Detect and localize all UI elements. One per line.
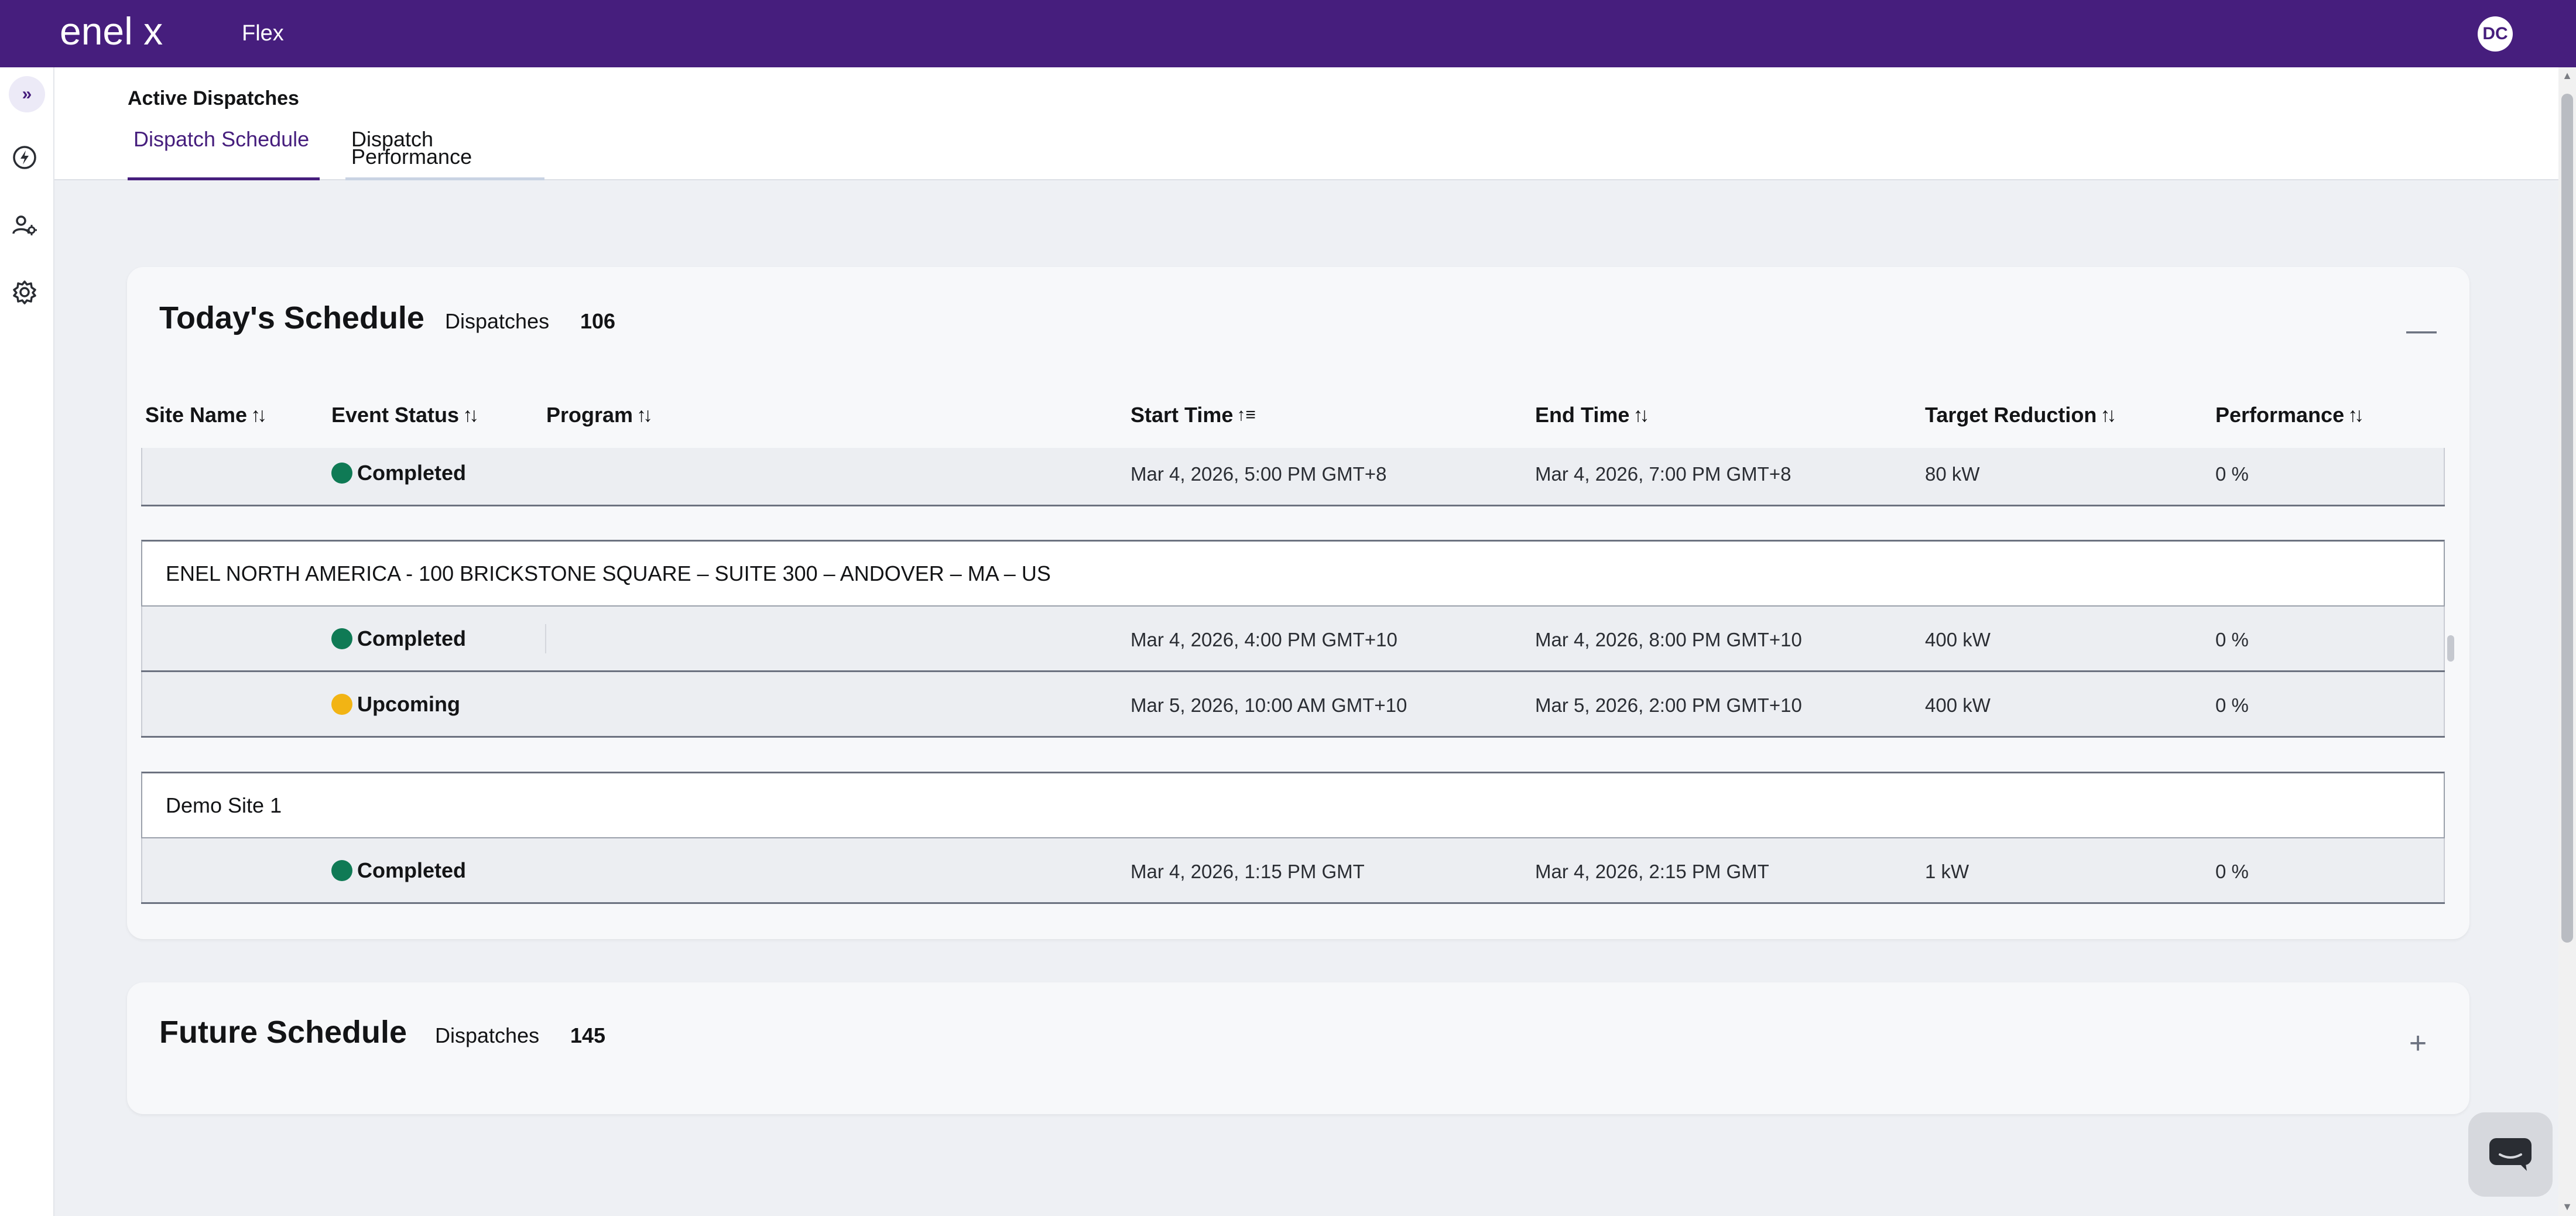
tab-dispatch-performance[interactable]: Dispatch Performance — [345, 129, 544, 180]
user-avatar[interactable]: DC — [2478, 16, 2513, 52]
site-name: Demo Site 1 — [166, 793, 282, 817]
status-dot-icon — [331, 694, 352, 715]
target-reduction: 400 kW — [1925, 629, 1991, 650]
tab-dispatch-schedule[interactable]: Dispatch Schedule — [128, 129, 320, 180]
col-site-name[interactable]: Site Name ↑↓ — [145, 403, 267, 427]
dispatches-count: 145 — [570, 1023, 606, 1047]
target-reduction: 400 kW — [1925, 694, 1991, 716]
site-group-header[interactable]: ENEL NORTH AMERICA - 100 BRICKSTONE SQUA… — [141, 540, 2445, 607]
start-time: Mar 4, 2026, 4:00 PM GMT+10 — [1131, 629, 1397, 650]
sort-ascending-icon[interactable]: ↑≡ — [1236, 405, 1256, 425]
col-start-time[interactable]: Start Time ↑≡ — [1131, 403, 1256, 427]
end-time: Mar 5, 2026, 2:00 PM GMT+10 — [1535, 694, 1802, 716]
lightning-icon[interactable] — [8, 141, 41, 174]
end-time: Mar 4, 2026, 2:15 PM GMT — [1535, 861, 1769, 882]
sort-icon[interactable]: ↑↓ — [1633, 404, 1649, 427]
site-group-header[interactable]: Demo Site 1 — [141, 772, 2445, 838]
expand-button[interactable]: + — [2406, 1028, 2430, 1059]
start-time: Mar 5, 2026, 10:00 AM GMT+10 — [1131, 694, 1407, 716]
side-rail: » — [0, 67, 54, 1216]
sort-icon[interactable]: ↑↓ — [2100, 404, 2116, 427]
performance: 0 % — [2215, 694, 2249, 716]
performance: 0 % — [2215, 463, 2249, 485]
start-time: Mar 4, 2026, 5:00 PM GMT+8 — [1131, 463, 1387, 485]
page-header: Active Dispatches Dispatch Schedule Disp… — [54, 67, 2558, 180]
status-dot-icon — [331, 463, 352, 484]
cell-divider — [545, 624, 546, 653]
site-name: ENEL NORTH AMERICA - 100 BRICKSTONE SQUA… — [166, 561, 1051, 585]
expand-icon[interactable]: » — [9, 76, 45, 112]
status-upcoming: Upcoming — [331, 692, 460, 717]
user-settings-icon[interactable] — [8, 209, 41, 242]
col-target-reduction[interactable]: Target Reduction ↑↓ — [1925, 403, 2116, 427]
dispatches-count: 106 — [580, 309, 616, 333]
status-completed: Completed — [331, 461, 466, 485]
status-dot-icon — [331, 628, 352, 649]
performance: 0 % — [2215, 861, 2249, 882]
status-completed: Completed — [331, 626, 466, 651]
card-title: Today's Schedule — [159, 300, 424, 335]
table-row[interactable]: Upcoming Mar 5, 2026, 10:00 AM GMT+10 Ma… — [141, 672, 2445, 738]
end-time: Mar 4, 2026, 7:00 PM GMT+8 — [1535, 463, 1791, 485]
chat-button[interactable] — [2468, 1112, 2553, 1197]
target-reduction: 80 kW — [1925, 463, 1980, 485]
table-row[interactable]: Completed Mar 4, 2026, 5:00 PM GMT+8 Mar… — [141, 441, 2445, 506]
schedule-table: Completed Mar 4, 2026, 5:00 PM GMT+8 Mar… — [141, 448, 2445, 916]
svg-text:enel x: enel x — [60, 9, 163, 53]
performance: 0 % — [2215, 629, 2249, 650]
table-scrollbar[interactable] — [2447, 635, 2454, 662]
status-dot-icon — [331, 860, 352, 881]
app-name: Flex — [242, 21, 284, 46]
col-program[interactable]: Program ↑↓ — [546, 403, 653, 427]
sort-icon[interactable]: ↑↓ — [636, 404, 653, 427]
status-completed: Completed — [331, 858, 466, 883]
collapse-button[interactable]: — — [2406, 315, 2437, 345]
scroll-down-icon[interactable]: ▼ — [2562, 1201, 2572, 1212]
future-schedule-card: Future Schedule Dispatches 145 + — [127, 982, 2469, 1114]
scroll-up-icon[interactable]: ▲ — [2562, 70, 2572, 81]
page-title: Active Dispatches — [128, 87, 299, 109]
dispatches-label: Dispatches — [445, 309, 550, 333]
table-row[interactable]: Completed Mar 4, 2026, 4:00 PM GMT+10 Ma… — [141, 607, 2445, 672]
target-reduction: 1 kW — [1925, 861, 1969, 882]
end-time: Mar 4, 2026, 8:00 PM GMT+10 — [1535, 629, 1802, 650]
sort-icon[interactable]: ↑↓ — [463, 404, 479, 427]
card-title: Future Schedule — [159, 1015, 407, 1050]
col-performance[interactable]: Performance ↑↓ — [2215, 403, 2364, 427]
sort-icon[interactable]: ↑↓ — [2348, 404, 2364, 427]
table-row[interactable]: Completed Mar 4, 2026, 1:15 PM GMT Mar 4… — [141, 838, 2445, 904]
page-scrollbar-thumb[interactable] — [2561, 94, 2573, 943]
sort-icon[interactable]: ↑↓ — [251, 404, 267, 427]
start-time: Mar 4, 2026, 1:15 PM GMT — [1131, 861, 1365, 882]
dispatches-label: Dispatches — [435, 1023, 540, 1047]
col-event-status[interactable]: Event Status ↑↓ — [331, 403, 479, 427]
top-header: enel x Flex DC — [0, 0, 2576, 67]
chat-icon — [2489, 1138, 2532, 1171]
enel-x-logo[interactable]: enel x — [59, 9, 211, 57]
gear-icon[interactable] — [8, 276, 41, 309]
col-end-time[interactable]: End Time ↑↓ — [1535, 403, 1649, 427]
